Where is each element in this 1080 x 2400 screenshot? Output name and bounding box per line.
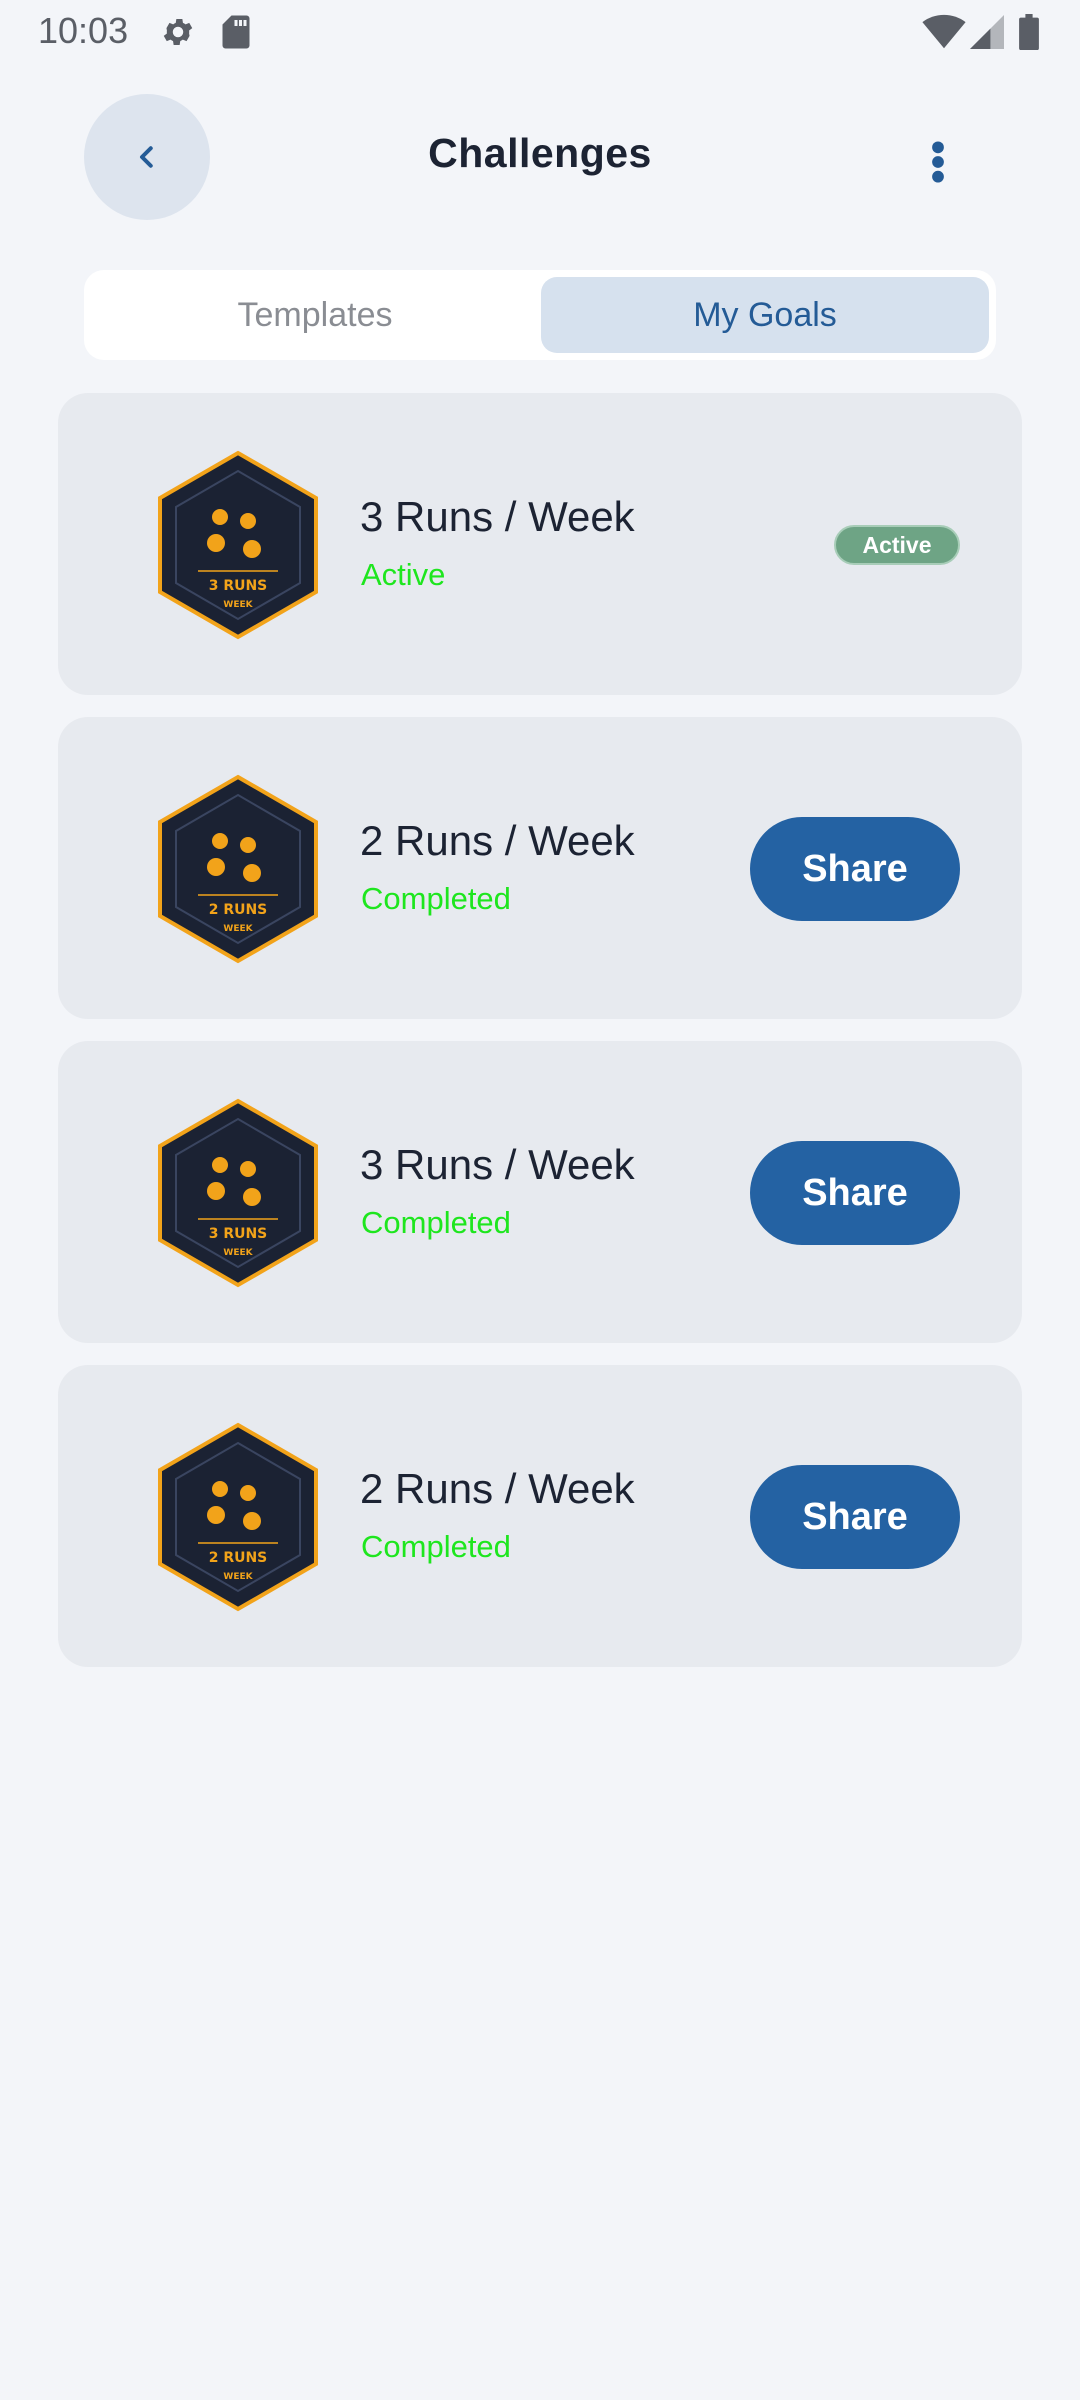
battery-icon xyxy=(1019,14,1039,50)
goal-status: Completed xyxy=(361,1205,511,1240)
share-button[interactable]: Share xyxy=(750,1465,960,1569)
status-bar: 10:03 xyxy=(0,0,1080,64)
badge-sublabel: WEEK xyxy=(223,600,253,610)
goal-title: 3 Runs / Week xyxy=(360,1141,635,1188)
more-vertical-icon xyxy=(932,141,944,183)
challenge-badge-icon: 2 RUNS WEEK xyxy=(138,1419,338,1615)
goal-title: 2 Runs / Week xyxy=(360,1465,635,1512)
challenge-badge-icon: 3 RUNS WEEK xyxy=(138,447,338,643)
badge-sublabel: WEEK xyxy=(223,1248,253,1258)
goal-status: Completed xyxy=(361,1529,511,1564)
share-button[interactable]: Share xyxy=(750,817,960,921)
goal-status: Completed xyxy=(361,881,511,916)
badge-label: 2 RUNS xyxy=(209,902,268,918)
share-button[interactable]: Share xyxy=(750,1141,960,1245)
more-options-button[interactable] xyxy=(906,130,970,194)
gear-icon xyxy=(163,18,193,46)
goal-title: 2 Runs / Week xyxy=(360,817,635,864)
badge-sublabel: WEEK xyxy=(223,1572,253,1582)
tab-bar: Templates My Goals xyxy=(84,270,996,360)
badge-label: 2 RUNS xyxy=(209,1550,268,1566)
challenge-badge-icon: 3 RUNS WEEK xyxy=(138,1095,338,1291)
sd-card-icon xyxy=(222,15,250,49)
badge-sublabel: WEEK xyxy=(223,924,253,934)
badge-label: 3 RUNS xyxy=(209,578,268,594)
goal-card[interactable]: 3 RUNS WEEK 3 Runs / Week Active Active xyxy=(58,393,1022,695)
goal-card[interactable]: 2 RUNS WEEK 2 Runs / Week Completed Shar… xyxy=(58,717,1022,1019)
goal-status: Active xyxy=(361,557,446,592)
wifi-icon xyxy=(922,14,966,49)
badge-label: 3 RUNS xyxy=(209,1226,268,1242)
challenge-badge-icon: 2 RUNS WEEK xyxy=(138,771,338,967)
goal-card[interactable]: 2 RUNS WEEK 2 Runs / Week Completed Shar… xyxy=(58,1365,1022,1667)
signal-icon xyxy=(970,15,1004,49)
app-bar: Challenges xyxy=(0,64,1080,254)
status-time: 10:03 xyxy=(38,10,129,51)
goal-title: 3 Runs / Week xyxy=(360,493,635,540)
tab-my-goals[interactable]: My Goals xyxy=(541,277,989,353)
status-badge: Active xyxy=(834,525,960,565)
tab-templates[interactable]: Templates xyxy=(91,277,539,353)
goal-card[interactable]: 3 RUNS WEEK 3 Runs / Week Completed Shar… xyxy=(58,1041,1022,1343)
